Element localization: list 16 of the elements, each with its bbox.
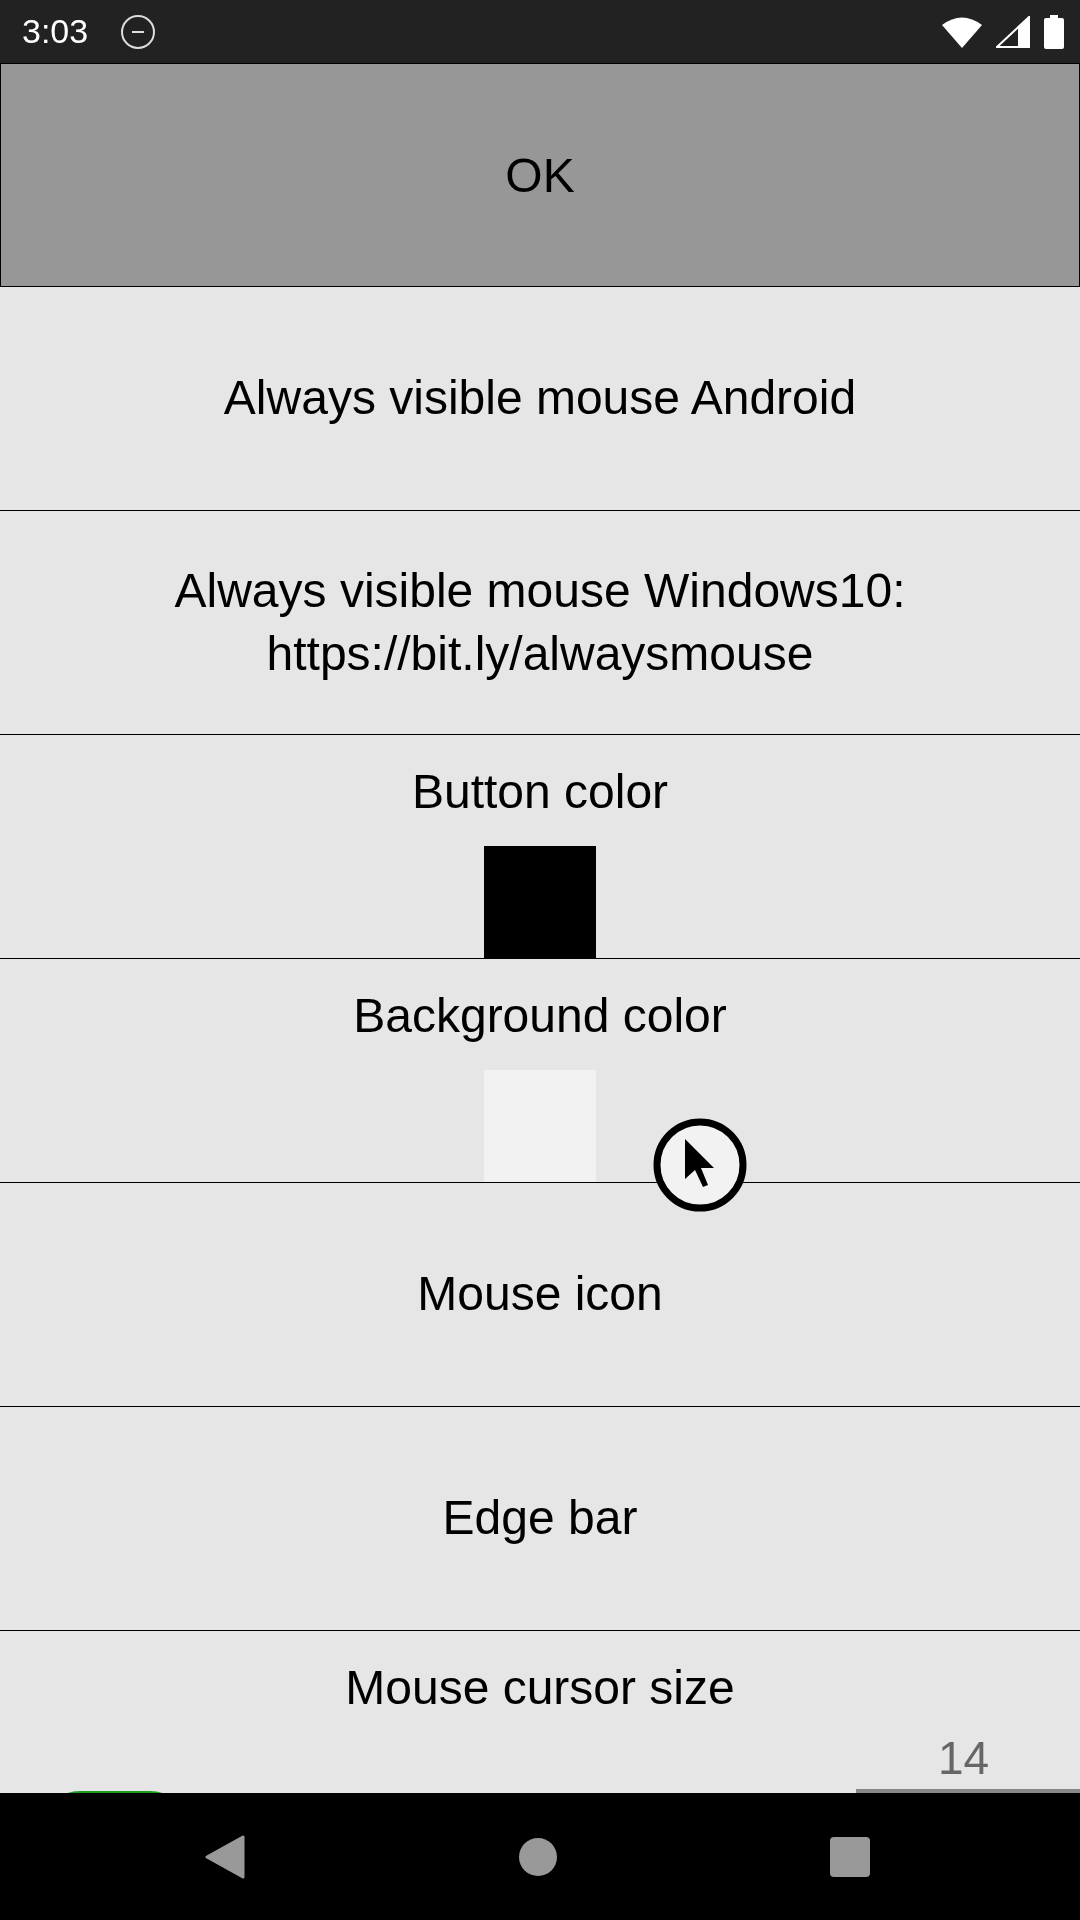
setting-label: Background color bbox=[353, 988, 727, 1044]
back-icon[interactable] bbox=[205, 1834, 245, 1879]
recents-icon[interactable] bbox=[830, 1836, 870, 1877]
setting-label: Mouse cursor size bbox=[345, 1660, 735, 1716]
battery-icon bbox=[1044, 14, 1064, 49]
home-icon[interactable] bbox=[517, 1836, 558, 1877]
setting-label: Button color bbox=[411, 764, 669, 820]
color-swatch[interactable] bbox=[484, 846, 596, 958]
slider-track[interactable] bbox=[856, 1789, 1080, 1793]
color-swatch[interactable] bbox=[484, 1070, 596, 1182]
do-not-disturb-icon bbox=[120, 13, 157, 50]
clock: 3:03 bbox=[22, 12, 89, 51]
size-value: 14 bbox=[938, 1733, 990, 1784]
wifi-icon bbox=[942, 15, 982, 48]
ok-button[interactable]: OK bbox=[0, 63, 1080, 287]
signal-icon bbox=[996, 15, 1030, 48]
